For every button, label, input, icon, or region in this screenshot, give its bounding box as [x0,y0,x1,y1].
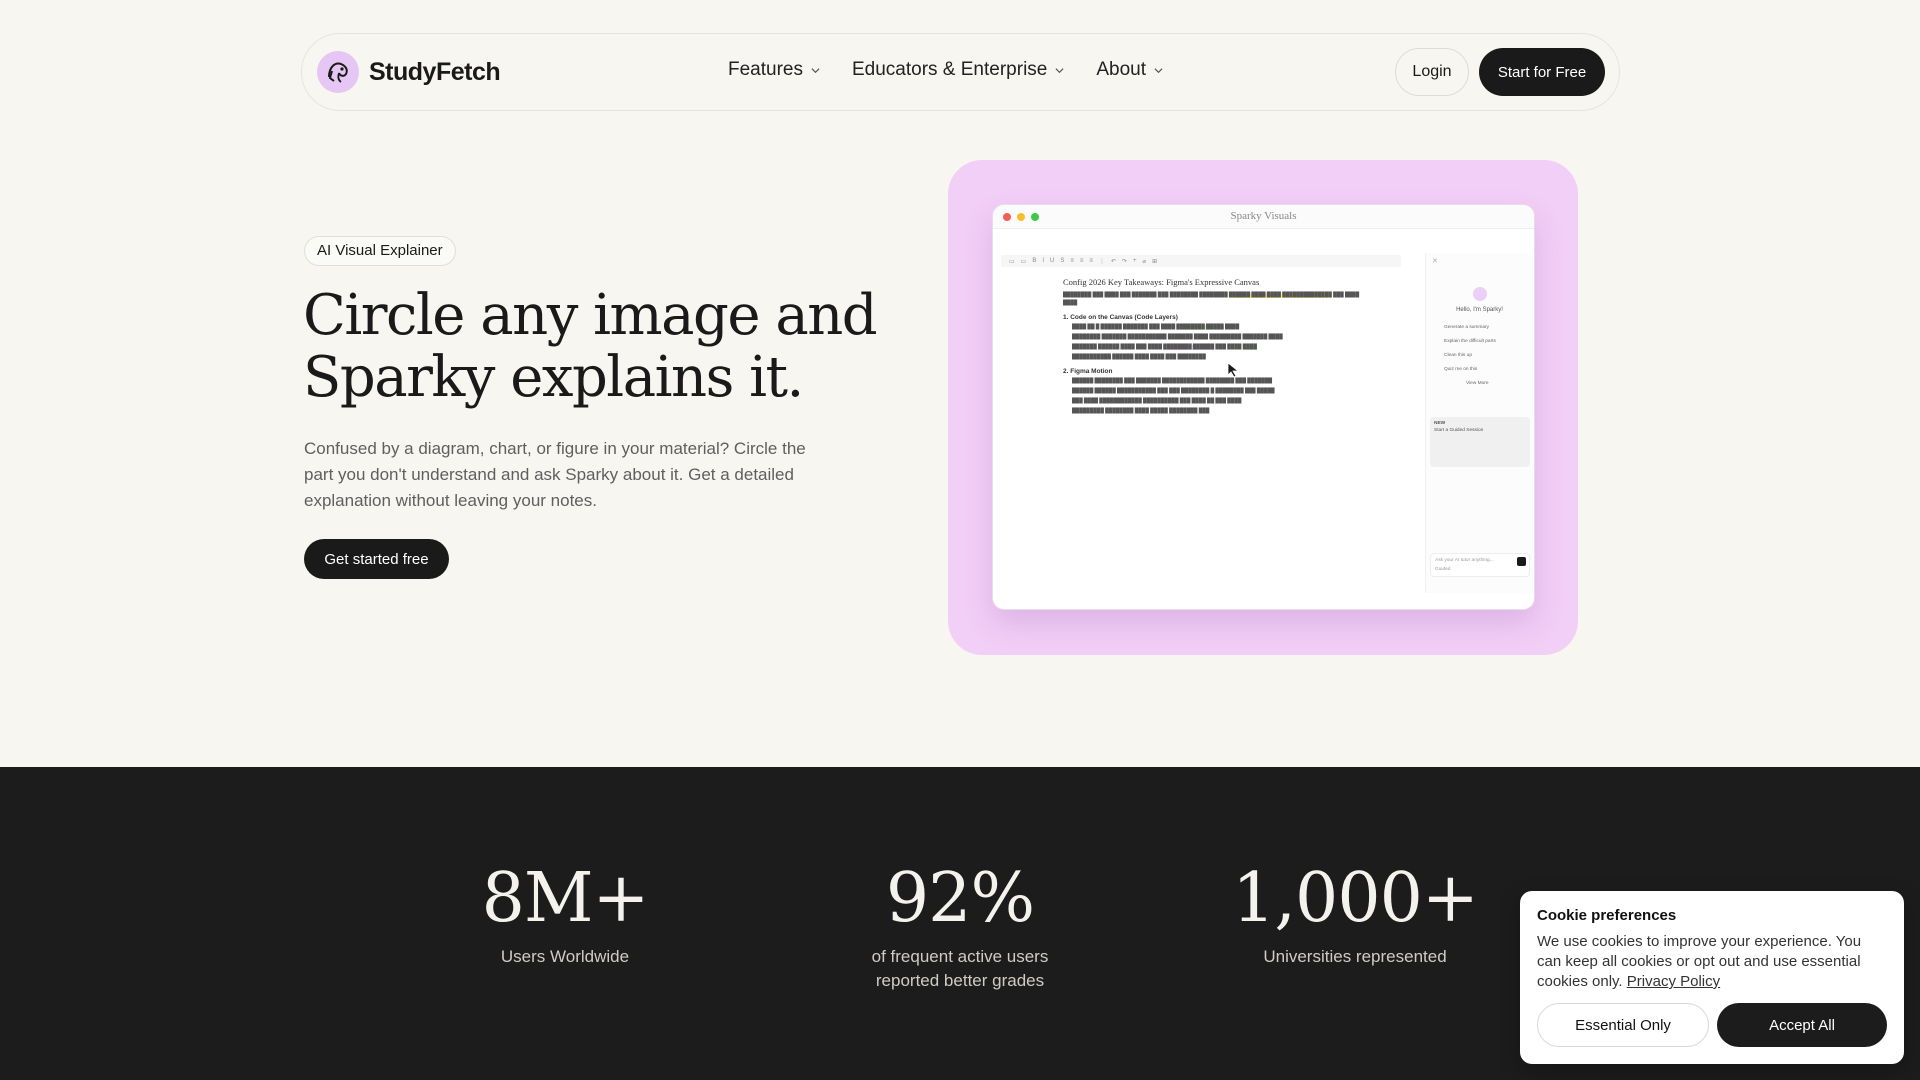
doc-line: ██████ ████████ ███ ███████ ████████████… [1072,379,1273,384]
cookie-title: Cookie preferences [1537,907,1677,924]
essential-only-button[interactable]: Essential Only [1537,1003,1709,1047]
cookie-banner: Cookie preferences We use cookies to imp… [1520,891,1904,1064]
stat-value: 92% [885,859,1035,938]
stat-value: 8M+ [481,859,650,938]
doc-line: █████████ ████████ ████ █████ ████████ █… [1072,409,1210,414]
action-generate-summary[interactable]: Generate a summary [1444,325,1489,330]
nav-educators-label: Educators & Enterprise [851,59,1048,80]
cookie-text: We use cookies to improve your experienc… [1537,932,1887,992]
doc-line: ████ ██ █ ██████ ███████ ███ ████ ██████… [1072,325,1240,330]
doc-section-2: 2. Figma Motion [1063,368,1113,375]
get-started-button[interactable]: Get started free [304,539,449,579]
guided-session-card[interactable]: NEW Start a Guided Session [1430,417,1530,467]
action-explain-difficult[interactable]: Explain the difficult parts [1444,339,1496,344]
login-button[interactable]: Login [1395,48,1469,96]
action-view-more[interactable]: View More [1466,381,1489,386]
start-for-free-button[interactable]: Start for Free [1479,48,1605,96]
doc-line: ███████ ██████ ████ ███ ████ ████████ ██… [1072,345,1257,350]
sparky-sidebar: ✕ Hello, I'm Sparky! Generate a summary … [1425,253,1533,593]
app-window-preview: Sparky Visuals ▭ ▭ B I U S ≡ ≡ ≡ ⋮ ↶ ↷ + ⌀ ⊞ Config 20… [992,204,1535,610]
close-icon[interactable]: ✕ [1432,257,1438,265]
window-title: Sparky Visuals [1230,210,1297,222]
action-quiz-me[interactable]: Quiz me on this [1444,367,1477,372]
nav-about-label: About [1096,59,1147,80]
action-clean-up[interactable]: Clean this up [1444,353,1472,358]
nav-features[interactable]: Features [728,59,820,81]
doc-line: ███████████ ██████ ████ ████ ███ ███████… [1072,355,1206,360]
nav-about[interactable]: About [1096,59,1163,81]
stat-universities: 1,000+ Universities represented [1175,859,1535,969]
hero-title: Circle any image and Sparky explains it. [303,283,878,410]
stat-users: 8M+ Users Worldwide [385,859,745,969]
doc-intro: ████████ ███ ████ ███ ███████ ███ ██████… [1063,293,1360,306]
product-showcase: Sparky Visuals ▭ ▭ B I U S ≡ ≡ ≡ ⋮ ↶ ↷ + ⌀ ⊞ Config 20… [948,160,1578,655]
sparky-avatar-icon [1473,287,1487,301]
nav-links: Features Educators & Enterprise About [728,59,1163,81]
top-navigation: StudyFetch Features Educators & Enterpri… [301,33,1620,111]
nav-features-label: Features [728,59,803,80]
guided-session-title: Start a Guided Session [1434,428,1484,433]
document-preview: Config 2026 Key Takeaways: Figma's Expre… [1063,277,1363,418]
doc-title: Config 2026 Key Takeaways: Figma's Expre… [1063,277,1260,287]
stat-label: Universities represented [1263,947,1447,966]
stat-label: of frequent active users reported better… [871,947,1049,990]
feature-badge: AI Visual Explainer [304,236,456,266]
window-titlebar: Sparky Visuals [993,205,1534,229]
send-icon[interactable] [1517,557,1526,566]
chevron-down-icon [1154,67,1163,73]
privacy-policy-link[interactable]: Privacy Policy [1627,973,1720,990]
chevron-down-icon [1055,67,1064,73]
sparky-greeting: Hello, I'm Sparky! [1456,307,1503,313]
hero-subtitle: Confused by a diagram, chart, or figure … [304,439,806,510]
doc-line: ███ ████ ████████████ ██████████ ███ ███… [1072,399,1242,404]
mouse-cursor-icon [1227,362,1240,378]
stat-grades: 92% of frequent active users reported be… [780,859,1140,993]
doc-section-1: 1. Code on the Canvas (Code Layers) [1063,314,1178,321]
chevron-down-icon [811,67,820,73]
brand-name: StudyFetch [369,57,501,86]
new-badge: NEW [1434,421,1446,426]
accept-all-button[interactable]: Accept All [1717,1003,1887,1047]
studyfetch-logo-icon [317,51,359,93]
editor-toolbar: ▭ ▭ B I U S ≡ ≡ ≡ ⋮ ↶ ↷ + ⌀ ⊞ [1001,255,1401,267]
stat-value: 1,000+ [1232,859,1479,938]
ai-tutor-input[interactable]: Ask your AI tutor anything... Guided [1430,553,1530,577]
stat-label: Users Worldwide [500,947,630,966]
ai-tutor-placeholder: Ask your AI tutor anything... [1435,558,1494,563]
nav-educators-enterprise[interactable]: Educators & Enterprise [852,59,1064,81]
guided-mode-label: Guided [1435,567,1451,572]
doc-line: ████████ ███████ ███████████ ███████ ███… [1072,335,1283,340]
brand[interactable]: StudyFetch [317,51,501,93]
doc-line: ██████ ██████ ███████████ ███ ███ ██████… [1072,389,1275,394]
